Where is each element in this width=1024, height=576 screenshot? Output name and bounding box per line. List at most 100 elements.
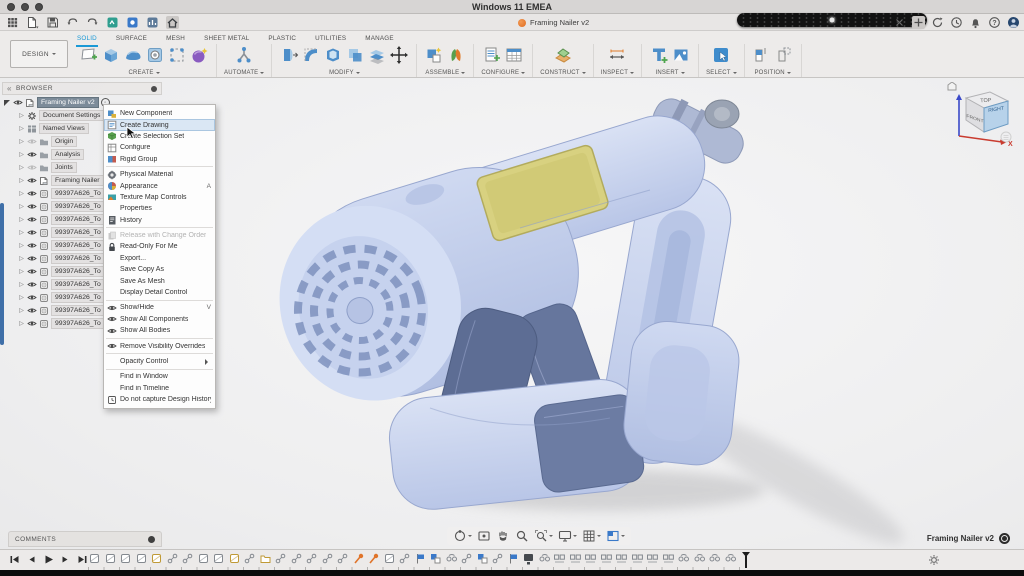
group-label-assemble[interactable]: ASSEMBLE: [425, 70, 465, 77]
browser-item-label[interactable]: Named Views: [39, 123, 89, 134]
timeline-pin-orange-icon[interactable]: [352, 552, 365, 565]
timeline-joint-motion-icon[interactable]: [708, 552, 721, 565]
timeline-joint-icon[interactable]: [305, 552, 318, 565]
menu-item-do-not-capture-design-history[interactable]: Do not capture Design History: [104, 394, 215, 405]
timeline-joint-motion-icon[interactable]: [538, 552, 551, 565]
timeline-box-yellow-icon[interactable]: [150, 552, 163, 565]
expander-icon[interactable]: ▷: [18, 112, 25, 119]
form-icon[interactable]: [123, 45, 143, 65]
browser-scrollbar[interactable]: [0, 203, 4, 345]
sculpt-icon[interactable]: [189, 45, 209, 65]
menu-item-show-hide[interactable]: Show/HideV: [104, 302, 215, 313]
timeline-joint-motion-icon[interactable]: [445, 552, 458, 565]
menu-item-display-detail-control[interactable]: Display Detail Control: [104, 287, 215, 298]
fillet-icon[interactable]: [301, 45, 321, 65]
expander-icon[interactable]: ▷: [18, 255, 25, 262]
browser-item-label[interactable]: 99397A626_To: [51, 240, 105, 251]
select-icon[interactable]: [711, 45, 731, 65]
sync-icon[interactable]: [931, 16, 944, 29]
timeline-joint-icon[interactable]: [336, 552, 349, 565]
timeline-pair-icon[interactable]: [584, 552, 597, 565]
presence-avatar[interactable]: [999, 533, 1010, 544]
extrude-icon[interactable]: [101, 45, 121, 65]
menu-item-show-all-components[interactable]: Show All Components: [104, 314, 215, 325]
menu-item-export[interactable]: Export...: [104, 253, 215, 264]
eye-icon[interactable]: [27, 294, 37, 301]
timeline-group-dark-icon[interactable]: [522, 552, 535, 565]
nav-viewports[interactable]: [606, 529, 625, 543]
group-label-automate[interactable]: AUTOMATE: [224, 70, 264, 77]
timeline-joint-icon[interactable]: [398, 552, 411, 565]
timeline-joint-icon[interactable]: [274, 552, 287, 565]
group-label-select[interactable]: SELECT: [706, 70, 737, 77]
expander-icon[interactable]: ▷: [18, 294, 25, 301]
go-to-start-button[interactable]: [8, 553, 21, 566]
browser-item-label[interactable]: Framing Nailer: [51, 175, 104, 186]
timeline-pair-icon[interactable]: [662, 552, 675, 565]
timeline-playhead[interactable]: [742, 552, 750, 568]
group-label-create[interactable]: CREATE: [128, 70, 159, 77]
expander-icon[interactable]: ▷: [18, 203, 25, 210]
browser-item-label[interactable]: Document Settings: [39, 110, 104, 121]
pattern-icon[interactable]: [167, 45, 187, 65]
eye-icon[interactable]: [27, 190, 37, 197]
expander-icon[interactable]: ▷: [18, 164, 25, 171]
create-sketch-icon[interactable]: [79, 45, 99, 65]
configuration-icon[interactable]: [482, 45, 502, 65]
expander-icon[interactable]: ▷: [18, 138, 25, 145]
expander-icon[interactable]: ▷: [18, 216, 25, 223]
timeline-box-icon[interactable]: [383, 552, 396, 565]
timeline-joint-icon[interactable]: [491, 552, 504, 565]
eye-icon[interactable]: [27, 216, 37, 223]
nav-orbit[interactable]: [453, 529, 472, 543]
addin-blue-icon[interactable]: [126, 16, 139, 29]
browser-item-label[interactable]: 99397A626_To: [51, 318, 105, 329]
document-tab[interactable]: Framing Nailer v2: [512, 15, 595, 30]
expander-icon[interactable]: ▷: [18, 320, 25, 327]
group-label-modify[interactable]: MODIFY: [329, 70, 360, 77]
browser-item-label[interactable]: 99397A626_To: [51, 253, 105, 264]
timeline-box-icon[interactable]: [104, 552, 117, 565]
expander-icon[interactable]: ▷: [18, 190, 25, 197]
addin-green-icon[interactable]: [106, 16, 119, 29]
timeline-pair-icon[interactable]: [600, 552, 613, 565]
timeline-joint-icon[interactable]: [460, 552, 473, 565]
joint-icon[interactable]: [446, 45, 466, 65]
eye-icon[interactable]: [27, 229, 37, 236]
expander-icon[interactable]: ▷: [18, 242, 25, 249]
browser-item-label[interactable]: 99397A626_To: [51, 201, 105, 212]
model-viewport[interactable]: X TOP FRONT RIGHT « BROWSER Framing Nail…: [0, 78, 1024, 549]
nav-fit[interactable]: [534, 529, 553, 543]
menu-item-release-with-change-order[interactable]: Release with Change Order: [104, 230, 215, 241]
play-button[interactable]: [42, 553, 55, 566]
timeline-flag-blue-icon[interactable]: [414, 552, 427, 565]
timeline-pair-icon[interactable]: [615, 552, 628, 565]
timeline-box-icon[interactable]: [88, 552, 101, 565]
nav-grid-snaps[interactable]: [582, 529, 601, 543]
file-menu-icon[interactable]: [26, 16, 39, 29]
timeline-settings-gear-icon[interactable]: [928, 554, 940, 566]
eye-icon[interactable]: [27, 177, 37, 184]
profile-icon[interactable]: [1007, 16, 1020, 29]
menu-item-history[interactable]: History: [104, 215, 215, 226]
eye-icon[interactable]: [27, 242, 37, 249]
menu-item-create-drawing[interactable]: Create Drawing: [104, 119, 215, 130]
timeline-pair-icon[interactable]: [631, 552, 644, 565]
group-label-insert[interactable]: INSERT: [656, 70, 685, 77]
press-pull-icon[interactable]: [279, 45, 299, 65]
shell-icon[interactable]: [323, 45, 343, 65]
construct-plane-icon[interactable]: [553, 45, 573, 65]
menu-item-configure[interactable]: Configure: [104, 142, 215, 153]
timeline-joint-motion-icon[interactable]: [724, 552, 737, 565]
browser-item-label[interactable]: 99397A626_To: [51, 266, 105, 277]
menu-item-new-component[interactable]: New Component: [104, 108, 215, 119]
menu-item-appearance[interactable]: AppearanceA: [104, 180, 215, 191]
timeline-folder-yellow-icon[interactable]: [259, 552, 272, 565]
canvas-icon[interactable]: [671, 45, 691, 65]
close-tab-icon[interactable]: [893, 16, 906, 29]
menu-item-properties[interactable]: Properties: [104, 203, 215, 214]
timeline-joint-icon[interactable]: [181, 552, 194, 565]
eye-icon[interactable]: [27, 307, 37, 314]
expander-icon[interactable]: ▷: [18, 281, 25, 288]
config-table-icon[interactable]: [504, 45, 524, 65]
